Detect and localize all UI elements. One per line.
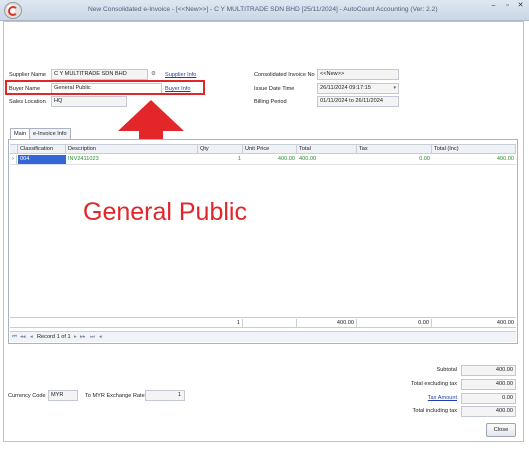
tax-amount-link[interactable]: Tax Amount xyxy=(400,395,457,401)
currency-code-field[interactable]: MYR xyxy=(48,390,78,401)
exchange-rate-field[interactable]: 1 xyxy=(145,390,185,401)
subtotal-field: 400.00 xyxy=(461,365,516,376)
cell-tax[interactable]: 0.00 xyxy=(357,155,432,164)
close-button[interactable]: Close xyxy=(486,423,516,437)
exchange-rate-label: To MYR Exchange Rate xyxy=(85,393,145,399)
close-window-button[interactable]: ✕ xyxy=(514,2,527,11)
col-classification[interactable]: Classification xyxy=(18,145,66,154)
issue-date-time-value: 26/11/2024 09:17:15 xyxy=(320,85,371,91)
currency-code-label: Currency Code xyxy=(8,393,46,399)
annotation-text: General Public xyxy=(83,198,247,226)
title-bar: New Consolidated e-Invoice - [<<New>>] -… xyxy=(0,0,529,21)
cell-qty[interactable]: 1 xyxy=(198,155,243,164)
sales-location-field[interactable]: HQ xyxy=(51,96,127,107)
issue-date-time-field[interactable]: 26/11/2024 09:17:15 ▾ xyxy=(317,83,399,94)
row-indicator-icon: › xyxy=(10,155,17,164)
footer-tax: 0.00 xyxy=(357,319,432,328)
record-counter: Record 1 of 1 xyxy=(37,334,71,340)
cell-total[interactable]: 400.00 xyxy=(297,155,357,164)
total-excl-tax-field: 400.00 xyxy=(461,379,516,390)
consolidated-invoice-no-field[interactable]: <<New>> xyxy=(317,69,399,80)
footer-total: 400.00 xyxy=(297,319,357,328)
cell-total-inc[interactable]: 400.00 xyxy=(432,155,516,164)
prev-record-icon[interactable]: ◂ xyxy=(30,333,33,342)
supplier-lookup-icon[interactable]: ⚙ xyxy=(151,71,156,77)
billing-period-field[interactable]: 01/11/2024 to 26/11/2024 xyxy=(317,96,399,107)
tax-amount-field: 0.00 xyxy=(461,393,516,404)
billing-period-label: Billing Period xyxy=(254,99,287,105)
supplier-name-field[interactable]: C Y MULTITRADE SDN BHD xyxy=(51,69,148,80)
cell-unit-price[interactable]: 400.00 xyxy=(243,155,297,164)
next-record-icon[interactable]: ▸ xyxy=(74,333,77,342)
cell-classification[interactable]: 004 xyxy=(18,155,66,164)
maximize-button[interactable]: ▫ xyxy=(502,2,513,11)
sales-location-label: Sales Location xyxy=(9,99,46,105)
footer-spacer xyxy=(243,319,297,328)
consolidated-invoice-no-label: Consolidated Invoice No xyxy=(254,72,315,78)
table-row[interactable]: › 004 INV2411023 1 400.00 400.00 0.00 40… xyxy=(10,155,516,165)
grid-header-indicator xyxy=(10,145,18,154)
total-excl-tax-label: Total excluding tax xyxy=(410,381,457,387)
footer-total-inc: 400.00 xyxy=(496,320,514,326)
subtotal-label: Subtotal xyxy=(436,367,457,373)
grid-header: Classification Description Qty Unit Pric… xyxy=(10,144,516,154)
items-grid xyxy=(8,139,518,344)
prev-page-icon[interactable]: ◂◂ xyxy=(20,333,26,342)
supplier-name-label: Supplier Name xyxy=(9,72,46,78)
record-navigator: ⏮ ◂◂ ◂ Record 1 of 1 ▸ ▸▸ ⏭ ◂ xyxy=(10,331,516,342)
cell-description[interactable]: INV2411023 xyxy=(66,155,198,164)
tab-e-invoice-info[interactable]: e-Invoice Info xyxy=(29,128,71,139)
total-incl-tax-field: 400.00 xyxy=(461,406,516,417)
window-title: New Consolidated e-Invoice - [<<New>>] -… xyxy=(88,6,438,13)
col-total-inc[interactable]: Total (Inc) xyxy=(432,145,516,154)
next-page-icon[interactable]: ▸▸ xyxy=(80,333,86,342)
col-description[interactable]: Description xyxy=(66,145,198,154)
last-record-icon[interactable]: ⏭ xyxy=(90,333,95,342)
app-logo-icon[interactable] xyxy=(4,2,22,19)
footer-qty: 1 xyxy=(198,319,243,328)
buyer-highlight-box xyxy=(5,80,205,95)
col-unit-price[interactable]: Unit Price xyxy=(243,145,297,154)
grid-footer: 1 400.00 0.00 400.00 xyxy=(10,317,516,328)
col-qty[interactable]: Qty xyxy=(198,145,243,154)
total-incl-tax-label: Total including tax xyxy=(412,408,457,414)
col-total[interactable]: Total xyxy=(297,145,357,154)
first-record-icon[interactable]: ⏮ xyxy=(12,333,17,342)
col-tax[interactable]: Tax xyxy=(357,145,432,154)
date-dropdown-icon[interactable]: ▾ xyxy=(393,84,396,93)
scroll-left-icon[interactable]: ◂ xyxy=(99,333,102,342)
issue-date-time-label: Issue Date Time xyxy=(254,86,295,92)
supplier-info-link[interactable]: Supplier Info xyxy=(165,72,196,78)
minimize-button[interactable]: – xyxy=(488,2,499,11)
